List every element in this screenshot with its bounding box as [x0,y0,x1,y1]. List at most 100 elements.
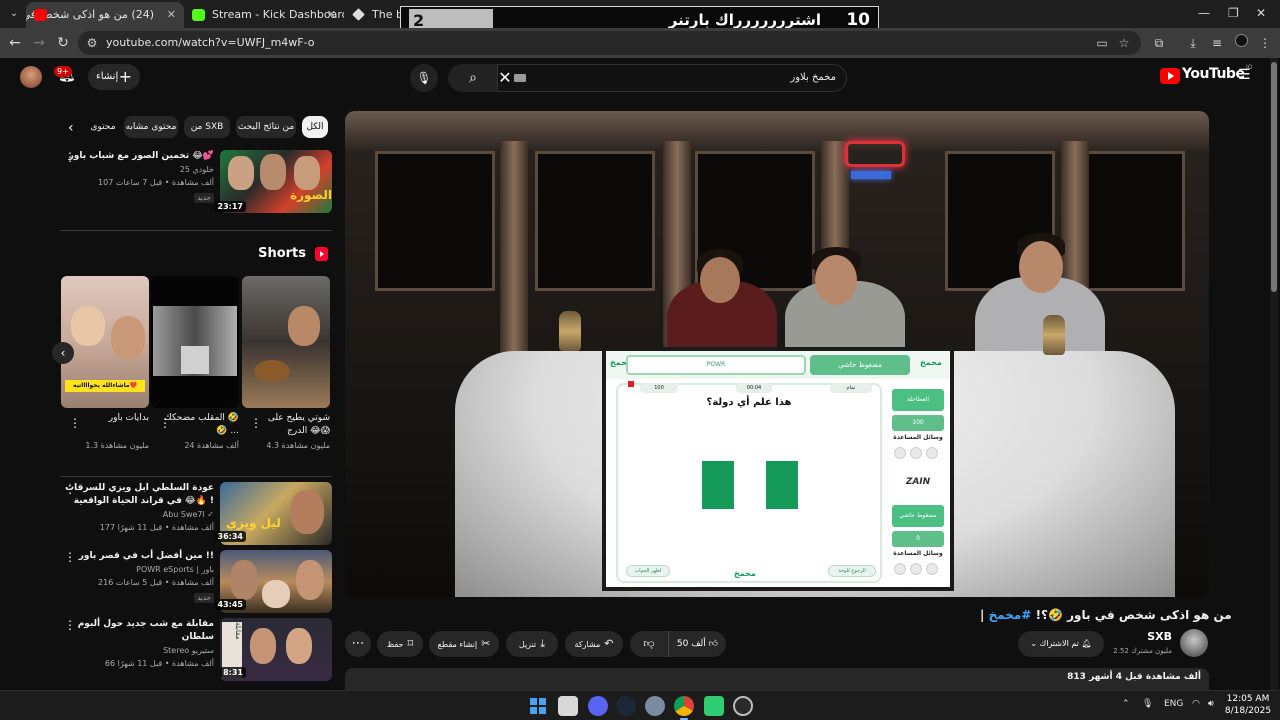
share-button[interactable]: مشاركة ↶ [565,631,623,657]
scrollbar-thumb[interactable] [1271,62,1277,292]
windows-start-icon[interactable] [528,696,548,716]
video-title[interactable]: عودة السلطي ابل ويزي للسرقات في قراند ال… [64,482,214,508]
reload-icon[interactable]: ↻ [54,34,72,52]
steam-icon[interactable] [616,696,636,716]
flag-stripe [702,461,734,509]
bookmark-star-icon[interactable]: ☆ [1116,35,1132,51]
search-input[interactable] [556,65,836,91]
tab-kick-dashboard[interactable]: Stream - Kick Dashboard ✕ [184,2,344,28]
tab-other[interactable]: The best C [344,2,404,28]
channel-name[interactable]: SXB [1110,629,1172,645]
channel-subscribers: 2.52 مليون مشترك [1113,647,1172,655]
more-actions-icon[interactable]: ⋮ [64,150,76,164]
clip-button[interactable]: إنشاء مقطع ✂ [429,631,499,657]
video-channel[interactable]: Abu Swe7l ✓ [64,508,214,521]
video-channel[interactable]: POWR eSports | باور [64,563,214,576]
tray-overflow-icon[interactable]: ⌃ [1122,699,1130,709]
related-video[interactable]: ليل ويزي 36:34 عودة السلطي ابل ويزي للسر… [60,482,332,546]
video-title[interactable]: تخمين الصور مع شباب باور 😂💕 [64,150,214,163]
microphone-icon[interactable]: 🎙︎ [1142,699,1153,709]
video-player[interactable]: مخمخ POWR مضغوط حاشي مخمخ 100 00:04 تمام… [345,111,1209,597]
url-text[interactable]: youtube.com/watch?v=UWFJ_m4wF-o [106,31,315,55]
close-window-icon[interactable]: ✕ [1256,6,1266,20]
chip-related[interactable]: محتوى مشابه [124,116,178,138]
like-button[interactable]: 50 ألف 👍︎ [668,631,726,657]
guide-menu-icon[interactable]: ☰ [1238,68,1254,82]
restore-icon[interactable]: ❐ [1228,6,1239,20]
video-title[interactable]: مقابلة مع شب جديد حول ألبوم سلطان [64,618,214,644]
clear-search-icon[interactable]: ✕ [494,67,516,89]
video-duration: 23:17 [214,201,246,212]
video-hashtag[interactable]: #مخمخ [989,608,1032,622]
more-actions-icon[interactable]: ⋮ [250,416,262,430]
file-explorer-icon[interactable] [558,696,578,716]
download-button[interactable]: تنزيل ⤓ [506,631,558,657]
close-tab-icon[interactable]: ✕ [327,2,336,28]
create-button[interactable]: إنشاء + [88,64,140,90]
related-video[interactable]: مقابلة 8:31 مقابلة مع شب جديد حول ألبوم … [60,618,332,682]
site-info-icon[interactable]: ⚙ [84,35,100,51]
obs-app-icon[interactable] [704,696,724,716]
channel-avatar[interactable] [1180,629,1208,657]
wifi-icon[interactable]: ◠ [1192,699,1200,709]
video-channel[interactable]: Stereo ستيريو [64,644,214,657]
settings-gear-icon[interactable] [645,696,665,716]
forward-arrow-icon[interactable]: → [30,34,48,52]
short-title[interactable]: المقلب مضحكك 🤣🤣 ... [163,412,239,438]
more-actions-icon[interactable]: ⋮ [64,618,76,632]
chip-from-search[interactable]: من نتائج البحث [236,116,296,138]
discord-icon[interactable] [588,696,608,716]
game-reveal-answer-button: اظهر الجواب [626,565,670,577]
short-overlay-caption: ماشاءالله يخوااااتيه❤️ [65,380,145,392]
address-bar[interactable]: ⚙ youtube.com/watch?v=UWFJ_m4wF-o ▭ ☆ [78,31,1141,55]
video-stats: 177 ألف مشاهدة • قبل 11 شهرًا [99,523,214,532]
chip-from-sxb[interactable]: من SXB [184,116,230,138]
tab-youtube[interactable]: (24) من هو اذكى شخص في ✕ [26,2,184,28]
neon-sign [845,141,915,187]
game-side-team-top: العطاحلة [892,389,944,411]
shorts-previous-arrow-icon[interactable]: ‹ [52,342,74,364]
extensions-icon[interactable]: ⧉ [1150,34,1168,52]
more-actions-icon[interactable]: ⋮ [64,550,76,564]
language-indicator[interactable]: ENG [1164,699,1183,709]
taskbar-clock[interactable]: 12:05 AM 8/18/2025 [1222,693,1274,717]
more-actions-icon[interactable]: ⋮ [69,416,81,430]
related-video[interactable]: الصورة 23:17 تخمين الصور مع شباب باور 😂💕… [60,150,332,216]
account-avatar[interactable] [20,66,42,88]
minimize-icon[interactable]: — [1198,6,1210,20]
chrome-icon[interactable] [674,696,694,720]
chip-more[interactable]: محتوى [88,116,118,138]
close-tab-icon[interactable]: ✕ [167,2,176,28]
downloads-icon[interactable]: ⤓ [1184,34,1202,52]
video-channel[interactable]: خلودي 25 [64,163,214,176]
page-scrollbar[interactable] [1270,58,1278,690]
voice-search-mic-icon[interactable]: 🎙︎ [410,64,438,92]
browser-menu-icon[interactable]: ⋮ [1256,34,1274,52]
short-thumbnail[interactable]: ماشاءالله يخوااااتيه❤️ [61,276,149,408]
more-actions-icon[interactable]: ⋮ [64,482,76,496]
cast-icon[interactable]: ▭ [1094,35,1110,51]
volume-icon[interactable]: 🔊︎ [1208,699,1214,709]
short-thumbnail[interactable] [242,276,330,408]
search-button[interactable]: ⌕ [448,64,498,92]
search-box[interactable]: ✕ [497,64,847,92]
media-control-icon[interactable]: ≡ [1208,34,1226,52]
chevron-down-icon: ⌄ [1030,639,1038,648]
short-title[interactable]: بدايات باور [73,412,149,425]
tab-search-icon[interactable]: ⌄ [6,6,22,22]
more-actions-button[interactable]: ⋯ [345,631,371,657]
video-title[interactable]: مين أفضل أب في قصر باور !! [64,550,214,563]
short-title[interactable]: شوتي يطيح على الدرج 😂😱 [254,412,330,438]
subscribed-button[interactable]: ⌄ تم الاشتراك 🔔︎ [1018,631,1104,657]
dislike-button[interactable]: 👎︎ [630,631,668,657]
back-arrow-icon[interactable]: ← [6,34,24,52]
keyboard-icon[interactable] [514,74,526,82]
save-button[interactable]: حفظ ⌑ [377,631,423,657]
clock-time: 12:05 AM [1226,694,1270,704]
related-video[interactable]: 43:45 مين أفضل أب في قصر باور !! POWR eS… [60,550,332,614]
profile-icon[interactable] [1232,34,1250,52]
short-thumbnail[interactable] [151,276,239,408]
app-icon[interactable] [733,696,753,716]
chip-all[interactable]: الكل [302,116,328,138]
more-actions-icon[interactable]: ⋮ [159,416,171,430]
